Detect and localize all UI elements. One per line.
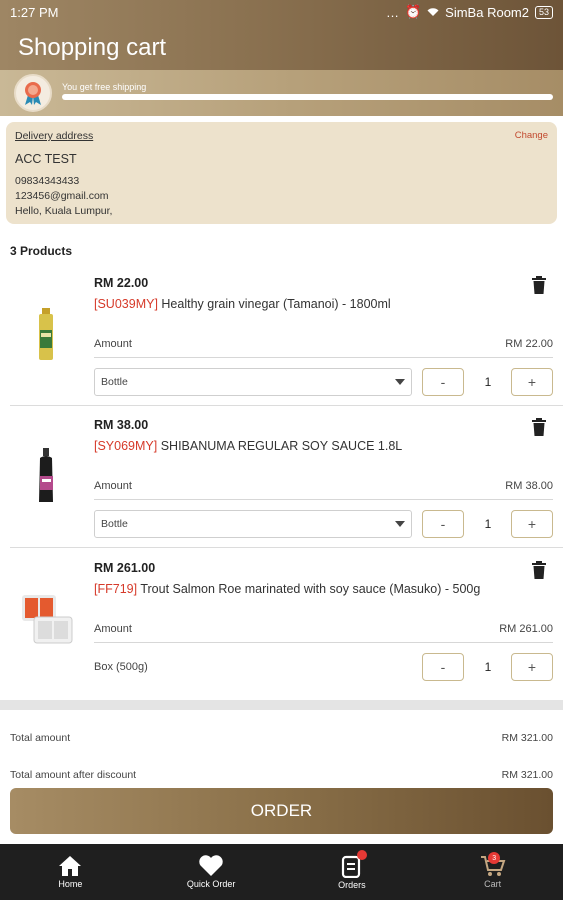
item-amount: RM 38.00 <box>505 480 553 492</box>
unit-select[interactable]: Bottle <box>94 510 412 538</box>
decrease-qty-button[interactable]: - <box>422 653 464 681</box>
item-separator <box>10 405 563 406</box>
item-title: Trout Salmon Roe marinated with soy sauc… <box>140 582 481 596</box>
item-separator <box>10 547 563 548</box>
unit-label: Box (500g) <box>94 661 148 673</box>
status-ampm: PM <box>38 4 59 20</box>
nav-quick-order-label: Quick Order <box>186 879 236 889</box>
wifi-icon <box>427 5 439 20</box>
battery-icon: 53 <box>534 5 553 19</box>
amount-label: Amount <box>94 338 132 350</box>
recipient-name: ACC TEST <box>15 152 77 166</box>
chevron-down-icon <box>395 521 405 527</box>
divider <box>94 357 553 358</box>
item-price: RM 261.00 <box>94 561 156 575</box>
app-header: 1:27 PM … ⏰ SimBa Room2 53 Shopping cart… <box>0 0 563 116</box>
unit-select[interactable]: Bottle <box>94 368 412 396</box>
product-image <box>18 444 76 506</box>
quantity-value: 1 <box>484 660 492 674</box>
status-bar: 1:27 PM … ⏰ SimBa Room2 53 <box>0 0 563 24</box>
quantity-value: 1 <box>484 517 492 531</box>
bottom-nav: Home Quick Order Orders 3 Cart <box>0 844 563 900</box>
nav-cart[interactable]: 3 Cart <box>422 844 563 900</box>
nav-quick-order[interactable]: Quick Order <box>141 844 282 900</box>
decrease-qty-button[interactable]: - <box>422 510 464 538</box>
order-button[interactable]: ORDER <box>10 788 553 834</box>
delete-item-icon[interactable] <box>532 561 546 579</box>
item-code: [SU039MY] <box>94 297 158 311</box>
item-name: [SU039MY] Healthy grain vinegar (Tamanoi… <box>94 297 391 311</box>
status-time: 1:27 <box>10 4 36 20</box>
shipping-progress <box>62 94 553 100</box>
free-shipping-text: You get free shipping <box>62 82 147 92</box>
page-title: Shopping cart <box>18 34 167 61</box>
recipient-phone: 09834343433 <box>15 175 80 187</box>
item-price: RM 22.00 <box>94 276 149 290</box>
order-bar: ORDER <box>0 780 563 844</box>
increase-qty-button[interactable]: + <box>511 510 553 538</box>
product-count: 3 Products <box>10 244 73 258</box>
nav-home[interactable]: Home <box>0 844 141 900</box>
chevron-down-icon <box>395 379 405 385</box>
delivery-address-label: Delivery address <box>15 130 94 142</box>
total-amount-label: Total amount <box>10 732 71 744</box>
nav-cart-label: Cart <box>484 879 502 889</box>
item-name: [SY069MY] SHIBANUMA REGULAR SOY SAUCE 1.… <box>94 439 402 453</box>
item-title: SHIBANUMA REGULAR SOY SAUCE 1.8L <box>160 439 403 453</box>
item-amount: RM 261.00 <box>499 623 553 635</box>
change-address-link[interactable]: Change <box>515 130 548 142</box>
item-title: Healthy grain vinegar (Tamanoi) - 1800ml <box>161 297 391 311</box>
delete-item-icon[interactable] <box>532 418 546 436</box>
section-divider <box>0 700 563 710</box>
dots-icon: … <box>385 4 399 20</box>
total-amount-row: Total amount RM 321.00 <box>10 732 553 744</box>
item-amount: RM 22.00 <box>505 338 553 350</box>
alarm-icon: ⏰ <box>404 4 422 19</box>
recipient-email: 123456@gmail.com <box>15 190 109 202</box>
home-icon <box>59 856 82 876</box>
decrease-qty-button[interactable]: - <box>422 368 464 396</box>
shipping-progress-fill <box>62 94 553 100</box>
recipient-location: Hello, Kuala Lumpur, <box>15 205 113 217</box>
amount-label: Amount <box>94 623 132 635</box>
nav-home-label: Home <box>58 879 83 889</box>
nav-orders[interactable]: Orders <box>282 844 423 900</box>
delete-item-icon[interactable] <box>532 276 546 294</box>
heart-icon <box>199 855 223 876</box>
divider <box>94 642 553 643</box>
delivery-address-card: Delivery address Change ACC TEST 0983434… <box>6 122 557 224</box>
nav-orders-label: Orders <box>338 880 366 890</box>
free-shipping-bar: You get free shipping <box>0 70 563 116</box>
total-amount-value: RM 321.00 <box>501 732 553 744</box>
product-image <box>18 587 76 649</box>
item-code: [SY069MY] <box>94 439 158 453</box>
unit-select-value: Bottle <box>101 518 128 530</box>
product-image <box>18 302 76 364</box>
quantity-value: 1 <box>484 375 492 389</box>
carrier-name: SimBa Room2 <box>445 4 529 20</box>
medal-icon <box>14 74 52 112</box>
increase-qty-button[interactable]: + <box>511 653 553 681</box>
item-price: RM 38.00 <box>94 418 149 432</box>
orders-badge <box>356 850 367 860</box>
item-name: [FF719] Trout Salmon Roe marinated with … <box>94 582 480 596</box>
divider <box>94 499 553 500</box>
item-code: [FF719] <box>94 582 138 596</box>
amount-label: Amount <box>94 480 132 492</box>
unit-select-value: Bottle <box>101 376 128 388</box>
increase-qty-button[interactable]: + <box>511 368 553 396</box>
